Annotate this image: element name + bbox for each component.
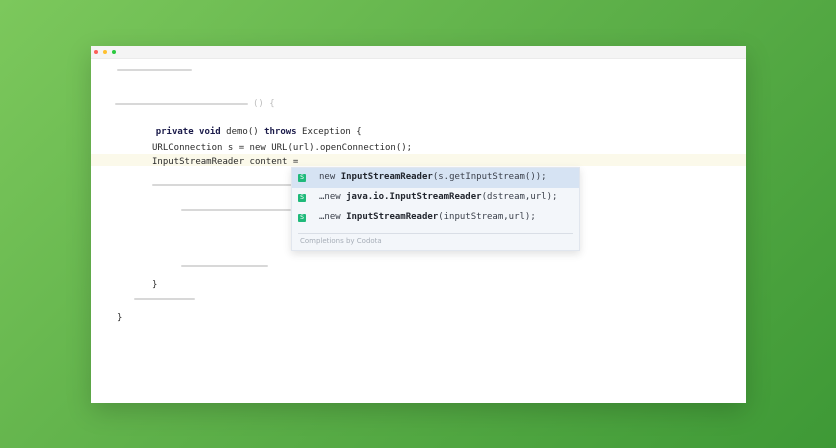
- ghost-paren: () {: [253, 99, 275, 109]
- code-line-reader[interactable]: InputStreamReader content =: [152, 156, 298, 168]
- keyword-throws: throws: [264, 127, 297, 137]
- code-line-connection: URLConnection s = new URL(url).openConne…: [152, 143, 413, 153]
- minimize-window-button[interactable]: [103, 50, 107, 54]
- closing-brace-inner: }: [152, 280, 158, 290]
- codota-icon: S: [298, 194, 306, 202]
- method-name: demo(): [226, 127, 259, 137]
- placeholder-line: [134, 298, 195, 300]
- title-bar: [91, 46, 746, 59]
- popup-footer: Completions by Codota: [300, 237, 382, 245]
- placeholder-line: [115, 103, 248, 105]
- close-window-button[interactable]: [94, 50, 98, 54]
- completion-text: …new java.io.InputStreamReader(dstream,u…: [319, 192, 558, 202]
- completion-text: new InputStreamReader(s.getInputStream()…: [319, 172, 547, 182]
- closing-brace-outer: }: [117, 313, 123, 323]
- placeholder-line: [117, 69, 192, 71]
- popup-divider: [298, 233, 573, 234]
- keyword-private: private: [155, 127, 194, 137]
- completion-item[interactable]: S …new java.io.InputStreamReader(dstream…: [292, 188, 579, 208]
- method-rest: Exception {: [302, 127, 362, 137]
- codota-icon: S: [298, 214, 306, 222]
- completion-item[interactable]: S …new InputStreamReader(inputStream,url…: [292, 208, 579, 228]
- completion-text: …new InputStreamReader(inputStream,url);: [319, 212, 536, 222]
- editor-window: () { private void demo() throws Exceptio…: [91, 46, 746, 403]
- completion-popup: S new InputStreamReader(s.getInputStream…: [291, 167, 580, 251]
- completion-item[interactable]: S new InputStreamReader(s.getInputStream…: [292, 168, 579, 188]
- maximize-window-button[interactable]: [112, 50, 116, 54]
- placeholder-line: [181, 265, 268, 267]
- placeholder-line: [181, 209, 291, 211]
- keyword-void: void: [199, 127, 221, 137]
- placeholder-line: [152, 184, 292, 186]
- codota-icon: S: [298, 174, 306, 182]
